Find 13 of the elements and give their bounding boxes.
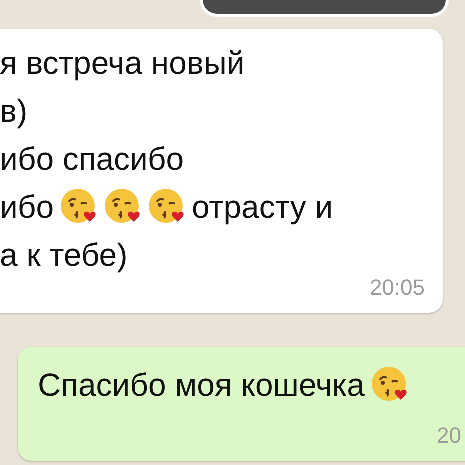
message-text: а к тебе) (0, 236, 128, 274)
message-time: 20:05 (370, 275, 425, 301)
kissing-face-icon (104, 188, 142, 226)
message-text: ибо (0, 188, 54, 226)
message-text: отрасту и (192, 188, 334, 226)
message-text: в) (0, 92, 28, 130)
message-text: ибо спасибо (0, 140, 184, 178)
message-text: Спасибо моя кошечка (38, 366, 365, 404)
message-time: 20 (437, 423, 462, 449)
kissing-face-icon (370, 366, 409, 404)
kissing-face-icon (148, 188, 186, 226)
message-text: я встреча новый (0, 44, 245, 82)
kissing-face-icon (60, 188, 98, 226)
